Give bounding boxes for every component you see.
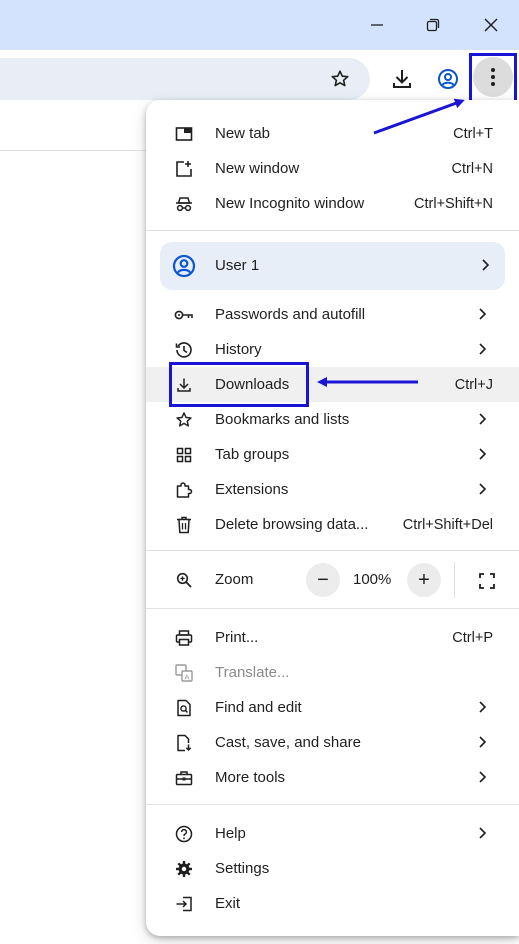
annotation-arrows — [317, 98, 465, 387]
arrow-to-menu-button — [373, 98, 465, 135]
